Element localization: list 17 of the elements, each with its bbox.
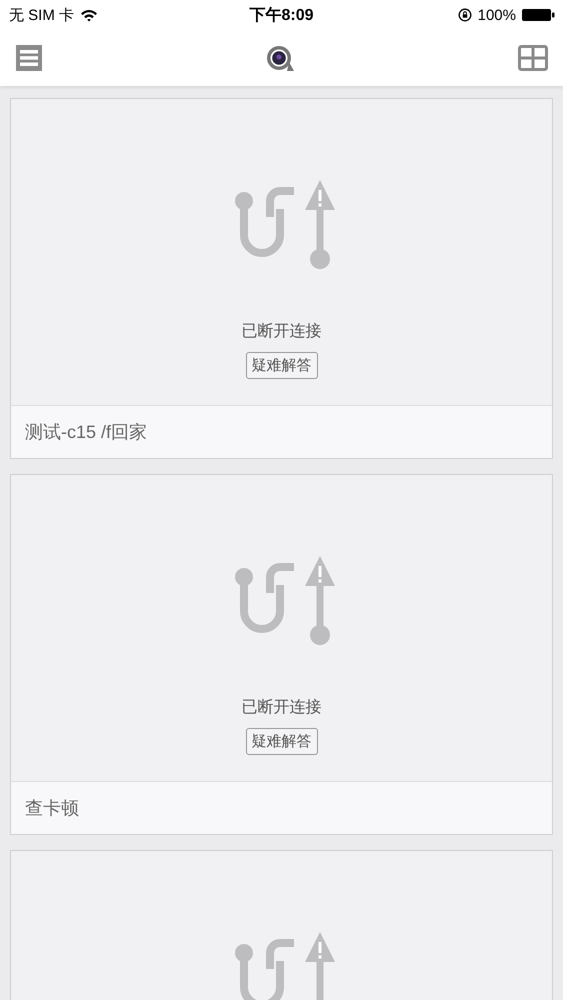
carrier-label: 无 SIM 卡	[9, 6, 74, 24]
rotation-lock-icon	[458, 8, 472, 22]
camera-card[interactable]: 已断开连接 疑难解答 测试-c15 /f回家	[10, 98, 553, 459]
camera-name: 测试-c15 /f回家	[25, 421, 148, 444]
clock-time: 下午8:09	[249, 6, 314, 26]
menu-icon[interactable]	[16, 45, 42, 71]
troubleshoot-button[interactable]: 疑难解答	[246, 728, 318, 755]
camera-card[interactable]: 已断开连接 疑难解答 查卡顿	[10, 474, 553, 835]
connection-status: 已断开连接	[242, 698, 322, 718]
camera-name: 查卡顿	[25, 797, 79, 820]
battery-icon	[522, 8, 555, 22]
troubleshoot-button[interactable]: 疑难解答	[246, 352, 318, 379]
grid-view-icon[interactable]	[518, 45, 548, 71]
battery-percent: 100%	[478, 6, 516, 24]
wifi-icon	[80, 8, 98, 22]
connection-status: 已断开连接	[242, 322, 322, 342]
camera-logo-icon	[265, 44, 295, 72]
